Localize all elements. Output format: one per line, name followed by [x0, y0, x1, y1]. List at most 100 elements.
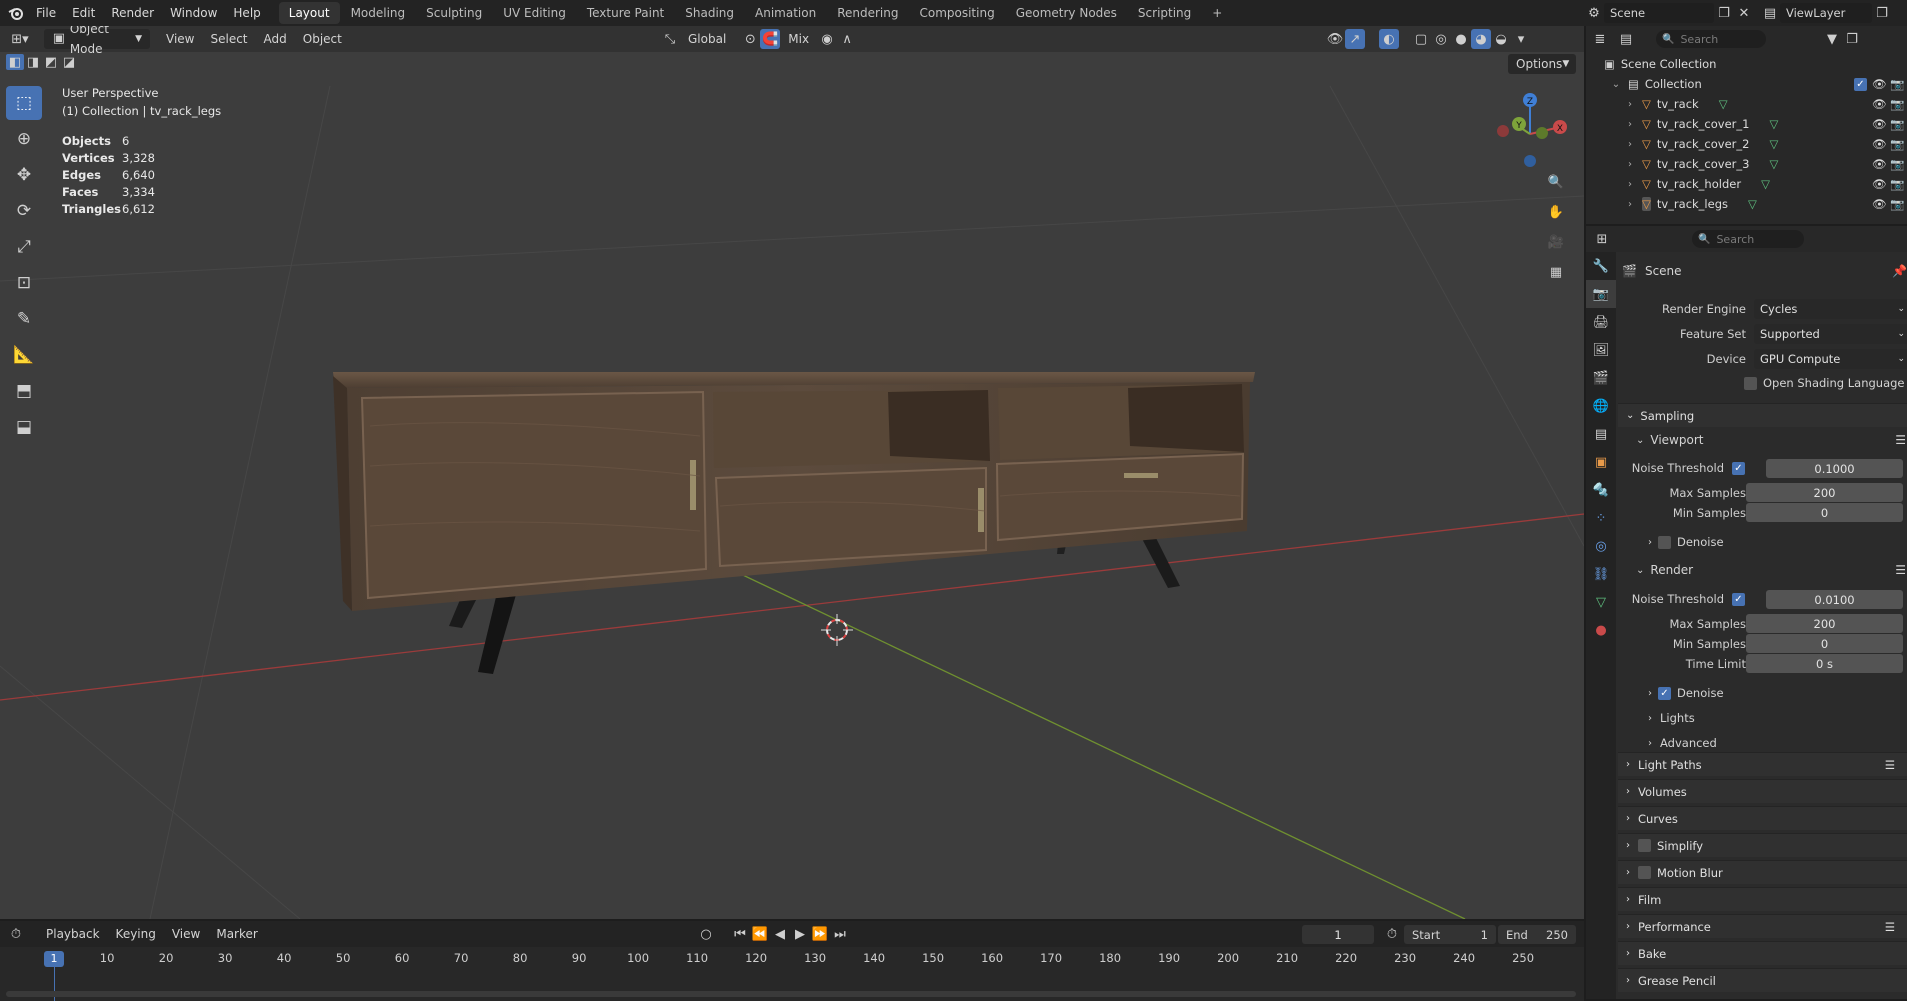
lights-subpanel-header[interactable]: › Lights [1648, 711, 1695, 725]
select-new-icon[interactable]: ◧ [6, 54, 24, 70]
tab-layout[interactable]: Layout [278, 2, 340, 24]
select-subtract-icon[interactable]: ◩ [42, 54, 60, 70]
new-view-layer-icon[interactable]: ❐ [1872, 3, 1892, 23]
pivot-point-icon[interactable]: ⊙ [740, 29, 760, 49]
camera-render-icon[interactable]: 📷 [1890, 97, 1904, 111]
device-dropdown[interactable]: GPU Compute ⌄ [1754, 349, 1907, 369]
playhead[interactable]: 1 [44, 951, 64, 967]
simplify-panel-header[interactable]: › Simplify [1618, 833, 1907, 857]
eye-icon[interactable]: 👁 [1872, 117, 1887, 131]
modifier-tab-icon[interactable]: 🔩 [1586, 476, 1616, 504]
menu-file[interactable]: File [28, 0, 64, 26]
motion-blur-panel-header[interactable]: › Motion Blur [1618, 860, 1907, 884]
render-subpanel-header[interactable]: ⌄ Render ☰ [1636, 560, 1906, 580]
transform-tool[interactable]: ⊡ [6, 266, 42, 300]
render-engine-dropdown[interactable]: Cycles ⌄ [1754, 299, 1907, 319]
outliner-row-object-active[interactable]: › ▽ tv_rack_legs ▽ 👁 📷 [1586, 194, 1907, 214]
menu-object[interactable]: Object [295, 29, 350, 49]
collection-tab-icon[interactable]: ▤ [1586, 420, 1616, 448]
eye-icon[interactable]: 👁 [1872, 157, 1887, 171]
scene-tab-icon[interactable]: 🎬 [1586, 364, 1616, 392]
transform-orientation-dropdown[interactable]: Global [680, 29, 734, 49]
new-scene-icon[interactable]: ❐ [1714, 3, 1734, 23]
sampling-panel-header[interactable]: ⌄ Sampling [1618, 403, 1907, 427]
solid-shading-icon[interactable]: ● [1451, 29, 1471, 49]
mesh-data-icon[interactable]: ▽ [1719, 97, 1728, 111]
object-tab-icon[interactable]: ▣ [1586, 448, 1616, 476]
add-primitive-tool[interactable]: ⬓ [6, 410, 42, 444]
render-max-samples-field[interactable]: 200 [1746, 614, 1903, 633]
chevron-right-icon[interactable]: › [1624, 179, 1636, 190]
viewport-max-samples-field[interactable]: 200 [1746, 483, 1903, 502]
render-denoise-checkbox[interactable]: ✓ [1658, 686, 1671, 700]
jump-start-icon[interactable]: ⏮ [730, 924, 750, 944]
jump-keyframe-forward-icon[interactable]: ⏩ [810, 924, 830, 944]
presets-list-icon[interactable]: ☰ [1895, 563, 1906, 577]
tab-animation[interactable]: Animation [745, 2, 826, 24]
volumes-panel-header[interactable]: › Volumes [1618, 779, 1907, 803]
zoom-icon[interactable]: 🔍 [1546, 172, 1566, 192]
blender-logo-icon[interactable] [4, 3, 28, 23]
presets-list-icon[interactable]: ☰ [1885, 758, 1895, 772]
advanced-subpanel-header[interactable]: › Advanced [1648, 736, 1717, 750]
select-box-tool[interactable]: ⬚ [6, 86, 42, 120]
tool-tab-icon[interactable]: 🔧 [1586, 252, 1616, 280]
material-tab-icon[interactable]: ● [1586, 616, 1616, 644]
chevron-right-icon[interactable]: › [1624, 159, 1636, 170]
tab-modeling[interactable]: Modeling [341, 2, 416, 24]
mesh-data-icon[interactable]: ▽ [1748, 197, 1757, 211]
menu-window[interactable]: Window [162, 0, 225, 26]
menu-add[interactable]: Add [256, 29, 295, 49]
camera-render-icon[interactable]: 📷 [1890, 197, 1904, 211]
scene-icon[interactable]: ⚙ [1584, 3, 1604, 23]
start-frame-field[interactable]: Start 1 [1404, 925, 1496, 944]
shading-options-icon[interactable]: ▾ [1511, 29, 1531, 49]
output-tab-icon[interactable]: 🖨 [1586, 308, 1616, 336]
camera-render-icon[interactable]: 📷 [1890, 157, 1904, 171]
rotate-tool[interactable]: ⟳ [6, 194, 42, 228]
delete-scene-icon[interactable]: ✕ [1734, 3, 1754, 23]
viewport-noise-threshold-field[interactable]: 0.1000 [1766, 459, 1903, 478]
collection-enable-checkbox[interactable]: ✓ [1854, 77, 1867, 91]
osl-checkbox[interactable] [1744, 376, 1757, 390]
3d-cursor[interactable] [821, 614, 853, 646]
outliner-editor-icon[interactable]: ≣ [1590, 29, 1610, 49]
jump-end-icon[interactable]: ⏭ [830, 924, 850, 944]
select-invert-icon[interactable]: ◪ [60, 54, 78, 70]
tab-rendering[interactable]: Rendering [827, 2, 908, 24]
end-frame-field[interactable]: End 250 [1498, 925, 1576, 944]
presets-list-icon[interactable]: ☰ [1885, 920, 1895, 934]
tab-uv-editing[interactable]: UV Editing [493, 2, 576, 24]
camera-render-icon[interactable]: 📷 [1890, 177, 1904, 191]
overlay-icon[interactable]: ◐ [1379, 29, 1399, 49]
simplify-checkbox[interactable] [1638, 839, 1651, 852]
auto-keying-icon[interactable]: ○ [696, 924, 716, 944]
camera-render-icon[interactable]: 📷 [1890, 137, 1904, 151]
tv-rack-model[interactable] [333, 372, 1255, 674]
rendered-shading-icon[interactable]: ◒ [1491, 29, 1511, 49]
outliner-row-object[interactable]: › ▽ tv_rack_cover_2 ▽ 👁 📷 [1586, 134, 1907, 154]
outliner-row-object[interactable]: › ▽ tv_rack_cover_3 ▽ 👁 📷 [1586, 154, 1907, 174]
render-min-samples-field[interactable]: 0 [1746, 634, 1903, 653]
view-layer-tab-icon[interactable]: 🖼 [1586, 336, 1616, 364]
motion-blur-checkbox[interactable] [1638, 866, 1651, 879]
pin-icon[interactable]: 📌 [1892, 264, 1907, 278]
mode-selector[interactable]: ▣ Object Mode ▼ [44, 26, 150, 56]
bake-panel-header[interactable]: › Bake [1618, 941, 1907, 965]
pan-hand-icon[interactable]: ✋ [1546, 202, 1566, 222]
chevron-right-icon[interactable]: › [1624, 199, 1636, 210]
tab-texture-paint[interactable]: Texture Paint [577, 2, 674, 24]
chevron-down-icon[interactable]: ⌄ [1610, 79, 1622, 90]
viewport-denoise-checkbox[interactable] [1658, 535, 1671, 549]
mesh-data-icon[interactable]: ▽ [1769, 157, 1778, 171]
visibility-icon[interactable]: 👁 [1325, 29, 1345, 49]
menu-select[interactable]: Select [202, 29, 255, 49]
material-shading-icon[interactable]: ◕ [1471, 29, 1491, 49]
performance-panel-header[interactable]: › Performance ☰ [1618, 914, 1907, 938]
view-layer-selector[interactable]: ViewLayer [1780, 3, 1872, 23]
perspective-toggle-icon[interactable]: ▦ [1546, 262, 1566, 282]
menu-help[interactable]: Help [225, 0, 268, 26]
xray-icon[interactable]: ▢ [1411, 29, 1431, 49]
stopwatch-icon[interactable]: ⏱ [1382, 924, 1402, 944]
camera-render-icon[interactable]: 📷 [1890, 117, 1904, 131]
